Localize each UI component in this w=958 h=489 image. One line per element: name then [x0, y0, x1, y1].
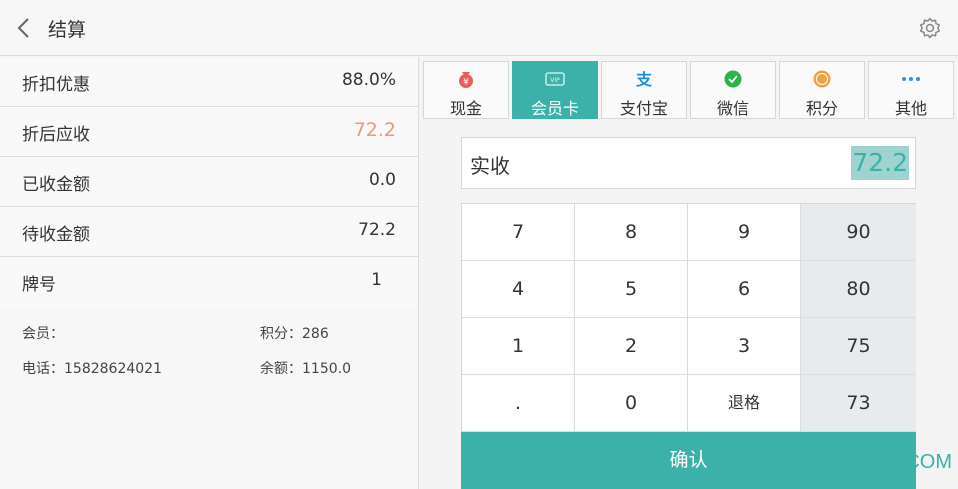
quick-amount-90[interactable]: 90: [801, 204, 916, 261]
discounted-due-row: 折后应收 72.2: [0, 107, 418, 157]
key-7[interactable]: 7: [462, 204, 575, 261]
order-summary-panel: 折扣优惠 88.0% 折后应收 72.2 已收金额 0.0 待收金额 72.2 …: [0, 57, 419, 489]
quick-amount-73[interactable]: 73: [801, 375, 916, 432]
discounted-due-value: 72.2: [353, 119, 396, 141]
discounted-due-label: 折后应收: [22, 125, 90, 145]
key-2[interactable]: 2: [575, 318, 688, 375]
points-icon: [813, 70, 831, 88]
watermark-text: ITMOP.COM: [839, 451, 952, 473]
tab-alipay-label: 支付宝: [619, 99, 668, 118]
key-5[interactable]: 5: [575, 261, 688, 318]
numeric-keypad: 7 8 9 90 4 5 6 80 1 2 3 75 . 0 退格 73: [461, 203, 916, 432]
tab-member-card-label: 会员卡: [530, 99, 579, 118]
discount-value: 88.0%: [341, 70, 396, 90]
tab-cash[interactable]: ¥ 现金: [423, 61, 509, 119]
tab-cash-label: 现金: [449, 99, 482, 118]
tab-points-label: 积分: [805, 99, 838, 118]
plate-number-row: 牌号 1: [0, 257, 418, 307]
alipay-icon: 支: [635, 70, 653, 89]
member-label: 会员：: [22, 326, 64, 342]
received-amount-value[interactable]: 72.2: [851, 146, 909, 180]
page-title: 结算: [48, 19, 87, 41]
outstanding-value: 72.2: [358, 220, 396, 240]
plate-number-value: 1: [371, 270, 382, 290]
outstanding-label: 待收金额: [22, 225, 90, 245]
received-value: 0.0: [368, 170, 396, 190]
received-amount-label: 实收: [470, 154, 510, 178]
discount-row: 折扣优惠 88.0%: [0, 57, 418, 107]
svg-text:¥: ¥: [463, 78, 469, 88]
vip-card-icon: VIP: [545, 72, 565, 86]
quick-amount-75[interactable]: 75: [801, 318, 916, 375]
tab-wechat[interactable]: 微信: [690, 61, 776, 119]
svg-text:VIP: VIP: [550, 77, 560, 84]
tab-member-card[interactable]: VIP 会员卡: [512, 61, 598, 119]
back-arrow-icon[interactable]: [14, 16, 34, 40]
received-amount-field[interactable]: 实收 72.2: [461, 137, 916, 189]
received-label: 已收金额: [22, 175, 90, 195]
payment-method-tabs: ¥ 现金 VIP 会员卡 支 支付宝 微信 积分 其他: [423, 61, 955, 119]
key-1[interactable]: 1: [462, 318, 575, 375]
key-9[interactable]: 9: [688, 204, 801, 261]
key-3[interactable]: 3: [688, 318, 801, 375]
plate-number-label: 牌号: [22, 275, 56, 295]
key-decimal[interactable]: .: [462, 375, 575, 432]
gear-icon[interactable]: [918, 16, 942, 40]
backspace-button[interactable]: 退格: [688, 375, 801, 432]
tab-other[interactable]: 其他: [868, 61, 954, 119]
top-bar: 结算: [0, 0, 958, 56]
member-balance: 余额：1150.0: [260, 361, 351, 377]
key-0[interactable]: 0: [575, 375, 688, 432]
member-phone: 电话：15828624021: [22, 361, 162, 377]
quick-amount-80[interactable]: 80: [801, 261, 916, 318]
tab-points[interactable]: 积分: [779, 61, 865, 119]
key-4[interactable]: 4: [462, 261, 575, 318]
outstanding-row: 待收金额 72.2: [0, 207, 418, 257]
svg-text:支: 支: [635, 70, 653, 89]
tab-alipay[interactable]: 支 支付宝: [601, 61, 687, 119]
discount-label: 折扣优惠: [22, 75, 90, 95]
wechat-icon: [724, 70, 742, 88]
received-row: 已收金额 0.0: [0, 157, 418, 207]
cash-bag-icon: ¥: [459, 72, 473, 88]
key-8[interactable]: 8: [575, 204, 688, 261]
tab-other-label: 其他: [894, 99, 927, 118]
key-6[interactable]: 6: [688, 261, 801, 318]
tab-wechat-label: 微信: [716, 99, 749, 118]
more-dots-icon: [902, 77, 920, 81]
member-points: 积分：286: [260, 326, 329, 342]
payment-panel: ¥ 现金 VIP 会员卡 支 支付宝 微信 积分 其他 实收 72.2 7 8 …: [420, 57, 958, 489]
